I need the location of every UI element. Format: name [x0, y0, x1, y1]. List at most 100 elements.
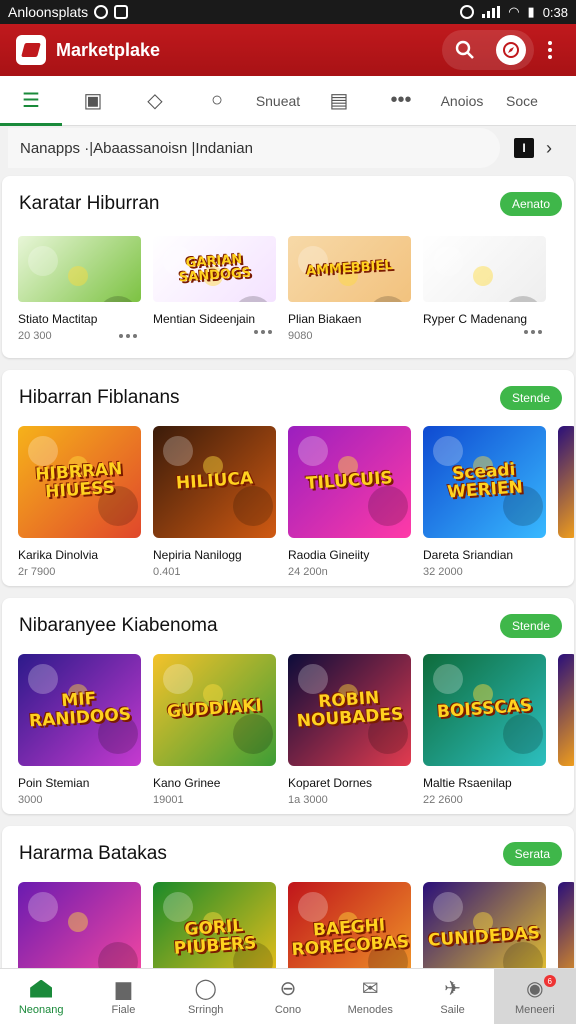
compass-button[interactable]	[496, 35, 526, 65]
app-thumbnail[interactable]: BOISSCAS	[423, 654, 546, 766]
app-card[interactable]: GARIAN SANDOGS Mentian Sideenjain	[153, 232, 276, 342]
tab-shape[interactable]: ◇	[124, 76, 186, 126]
app-card-peek[interactable]	[558, 654, 574, 806]
nav-menodes[interactable]: ✉ Menodes	[329, 969, 411, 1024]
app-card[interactable]: HILIUCA Nepiria Nanilogg 0.401	[153, 426, 276, 578]
nav-neonang[interactable]: Neonang	[0, 969, 82, 1024]
search-icon	[455, 40, 474, 59]
status-app-label: Anloonsplats	[8, 4, 89, 20]
app-card-peek[interactable]	[558, 882, 574, 976]
tab-soce[interactable]: Soce	[492, 76, 552, 126]
app-downloads: 1a 3000	[288, 794, 328, 806]
app-downloads: 2r 7900	[18, 566, 56, 578]
more-options-icon[interactable]	[119, 334, 137, 338]
section-header: Hibarran Fiblanans Stende	[2, 370, 574, 426]
app-card[interactable]	[18, 882, 141, 976]
app-downloads: 3000	[18, 794, 43, 806]
tab-screen[interactable]: ▣	[62, 76, 124, 126]
tab-snueat[interactable]: Snueat	[248, 76, 308, 126]
app-thumbnail[interactable]: MIF RANIDOOS	[18, 654, 141, 766]
category-tab-bar: ☰ ▣ ◇ ○ Snueat ▤ ••• Anoios Soce	[0, 76, 576, 126]
tab-anoios[interactable]: Anoios	[432, 76, 492, 126]
notification-icon	[94, 5, 109, 19]
search-button[interactable]	[450, 35, 480, 65]
app-downloads: 24 200n	[288, 566, 328, 578]
see-all-button[interactable]: Serata	[502, 842, 562, 866]
app-thumbnail[interactable]: ROBIN NOUBADES	[288, 654, 411, 766]
section-header: Nibaranyee Kiabenoma Stende	[2, 598, 574, 654]
tab-list[interactable]: ☰	[0, 76, 62, 126]
app-thumbnail[interactable]: CUNIDEDAS	[423, 882, 546, 976]
location-icon: ◯	[194, 978, 218, 1000]
app-downloads: 32 2000	[423, 566, 463, 578]
nav-label: Meneeri	[514, 1003, 555, 1016]
app-thumbnail[interactable]: GORIL PIUBERS	[153, 882, 276, 976]
nav-label: Cono	[274, 1003, 302, 1016]
nav-meneeri[interactable]: ◉ Meneeri 6	[493, 969, 576, 1024]
thumbnail-decoration	[368, 296, 408, 302]
app-thumbnail[interactable]: HIBRRAN HIUESS	[18, 426, 141, 538]
more-options-icon[interactable]	[524, 330, 542, 334]
app-card[interactable]: GUDDIAKI Kano Grinee 19001	[153, 654, 276, 806]
chevron-right-icon[interactable]: ›	[546, 138, 552, 159]
thumbnail-decoration	[28, 436, 58, 466]
app-thumbnail[interactable]: AMMEBBIEL	[288, 236, 411, 302]
app-card[interactable]: BAEGHI RORECOBAS	[288, 882, 411, 976]
app-card[interactable]: CUNIDEDAS	[423, 882, 546, 976]
app-meta	[423, 330, 546, 334]
see-all-button[interactable]: Stende	[499, 614, 562, 638]
app-card[interactable]: Stiato Mactitap 20 300	[18, 232, 141, 342]
nav-cono[interactable]: ⊖ Cono	[247, 969, 329, 1024]
tab-search[interactable]: ○	[186, 76, 248, 126]
app-card[interactable]: ROBIN NOUBADES Koparet Dornes 1a 3000	[288, 654, 411, 806]
more-options-icon[interactable]	[254, 330, 272, 334]
list-icon: ☰	[22, 90, 40, 112]
app-thumbnail[interactable]: Sceadi WERIEN	[423, 426, 546, 538]
app-thumbnail[interactable]: HILIUCA	[153, 426, 276, 538]
nav-saile[interactable]: ✈ Saile	[411, 969, 493, 1024]
app-thumbnail[interactable]: TILUCUIS	[288, 426, 411, 538]
nav-srringh[interactable]: ◯ Srringh	[165, 969, 247, 1024]
app-card[interactable]: HIBRRAN HIUESS Karika Dinolvia 2r 7900	[18, 426, 141, 578]
filter-button[interactable]: I	[514, 138, 534, 158]
app-thumbnail[interactable]: GUDDIAKI	[153, 654, 276, 766]
status-bar: Anloonsplats ◠ ▮ 0:38	[0, 0, 576, 24]
nav-glyph-char: ▆	[115, 978, 132, 1000]
tab-image[interactable]: ▤	[308, 76, 370, 126]
app-card[interactable]: AMMEBBIEL Plian Biakaen 9080	[288, 232, 411, 342]
nav-fiale[interactable]: ▆ Fiale	[82, 969, 164, 1024]
app-thumbnail[interactable]: BAEGHI RORECOBAS	[288, 882, 411, 976]
app-card[interactable]: Sceadi WERIEN Dareta Sriandian 32 2000	[423, 426, 546, 578]
app-downloads: 19001	[153, 794, 184, 806]
app-card[interactable]: TILUCUIS Raodia Gineiity 24 200n	[288, 426, 411, 578]
app-card[interactable]: BOISSCAS Maltie Rsaenilap 22 2600	[423, 654, 546, 806]
app-meta	[153, 330, 276, 334]
app-card[interactable]: Ryper C Madenang	[423, 232, 546, 342]
app-thumbnail[interactable]: GARIAN SANDOGS	[153, 236, 276, 302]
app-thumbnail[interactable]	[18, 236, 141, 302]
more-menu-button[interactable]	[540, 41, 560, 59]
breadcrumb[interactable]: Nanapps ·|Abaassanoisn |Indanian	[8, 128, 500, 168]
screen-icon: ▣	[83, 90, 103, 112]
more-icon: •••	[390, 89, 412, 111]
shield-icon	[114, 5, 129, 19]
thumbnail-decoration	[163, 436, 193, 466]
app-card[interactable]: MIF RANIDOOS Poin Stemian 3000	[18, 654, 141, 806]
card-row: Stiato Mactitap 20 300 GARIAN SANDOGS Menti…	[2, 232, 574, 342]
shape-icon: ◇	[147, 90, 163, 112]
app-card-peek[interactable]	[558, 426, 574, 578]
app-thumbnail[interactable]	[423, 236, 546, 302]
wifi-icon: ◠	[508, 4, 520, 19]
see-all-button[interactable]: Stende	[499, 386, 562, 410]
tab-label: Snueat	[255, 92, 301, 109]
see-all-button[interactable]: Aenato	[499, 192, 562, 216]
app-name: Poin Stemian	[18, 776, 90, 790]
app-meta: 9080	[288, 330, 411, 342]
thumbnail-decoration	[433, 892, 463, 922]
app-thumbnail[interactable]	[18, 882, 141, 976]
app-downloads: 22 2600	[423, 794, 463, 806]
app-card[interactable]: GORIL PIUBERS	[153, 882, 276, 976]
plane-icon: ✈	[441, 978, 465, 1000]
tab-more[interactable]: •••	[370, 76, 432, 126]
section-title: Karatar Hiburran	[19, 193, 160, 214]
